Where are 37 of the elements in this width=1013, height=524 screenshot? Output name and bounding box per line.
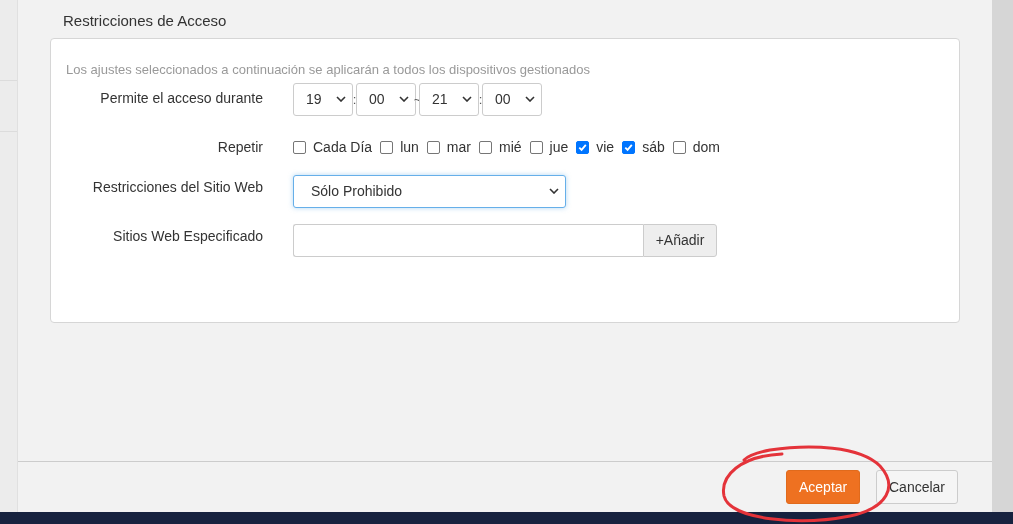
hint-text: Los ajustes seleccionados a continuación se aplicarán a todos los dispositivos gestionados: [66, 62, 591, 77]
add-button[interactable]: +Añadir: [643, 223, 717, 257]
caret-icon: [336, 96, 346, 102]
day-label: vie: [596, 139, 615, 155]
time-select[interactable]: 00: [356, 82, 416, 116]
field-label: Sitios Web Especificado: [112, 228, 263, 244]
day-label: jue: [549, 139, 569, 155]
caret-icon: [525, 96, 535, 102]
cancel-button[interactable]: Cancelar: [876, 470, 958, 504]
checkbox[interactable]: [529, 140, 543, 154]
caret-icon: [549, 188, 559, 194]
day-label: lun: [400, 139, 419, 155]
day-label: mar: [446, 139, 471, 155]
day-label: dom: [692, 139, 720, 155]
time-select[interactable]: 00: [482, 82, 542, 116]
day-label: mié: [498, 139, 522, 155]
checkbox[interactable]: [672, 140, 686, 154]
day-label: sáb: [642, 139, 665, 155]
field-label: Permite el acceso durante: [99, 90, 263, 106]
checkbox[interactable]: [622, 140, 636, 154]
time-select[interactable]: 19: [293, 82, 353, 116]
site-input-field[interactable]: [293, 223, 643, 257]
restriction-select[interactable]: Sólo Prohibido: [293, 174, 566, 208]
caret-icon: [399, 96, 409, 102]
time-select[interactable]: 21: [419, 82, 479, 116]
checkbox[interactable]: [426, 140, 440, 154]
time-separator: :: [354, 91, 355, 107]
field-label: Repetir: [216, 139, 263, 155]
field-label: Restricciones del Sitio Web: [91, 179, 263, 195]
checkbox[interactable]: [293, 140, 306, 154]
section-title: Restricciones de Acceso: [62, 12, 228, 31]
time-separator: :: [480, 91, 481, 107]
day-label: Cada Día: [313, 139, 373, 155]
checkbox[interactable]: [478, 140, 492, 154]
caret-icon: [462, 96, 472, 102]
checkbox[interactable]: [380, 140, 394, 154]
checkbox[interactable]: [576, 140, 590, 154]
